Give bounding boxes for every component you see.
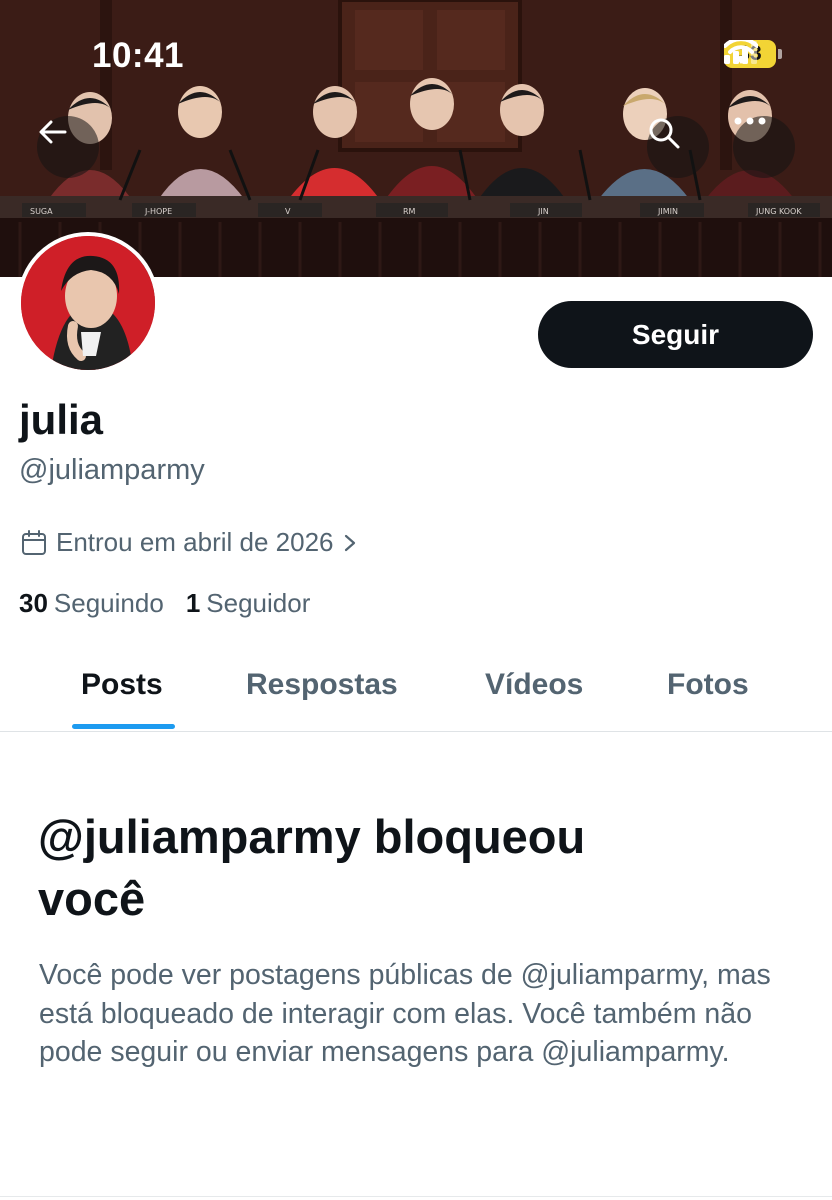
- followers-count: 1: [185, 588, 201, 618]
- following-link[interactable]: 30 Seguindo: [19, 588, 164, 619]
- plate-jimin: JIMIN: [657, 207, 678, 216]
- plate-suga: SUGA: [30, 207, 53, 216]
- plate-jhope: J-HOPE: [144, 207, 172, 216]
- more-button[interactable]: [733, 116, 795, 178]
- wifi-icon: [724, 40, 758, 64]
- blocked-description: Você pode ver postagens públicas de @jul…: [39, 959, 771, 1068]
- display-name: julia: [19, 396, 104, 443]
- following-count: 30: [19, 588, 48, 618]
- joined-date[interactable]: Entrou em abril de 2026: [20, 527, 358, 558]
- tab-videos[interactable]: Vídeos: [485, 668, 583, 702]
- plate-v: V: [285, 207, 291, 216]
- avatar-image: [21, 236, 155, 370]
- active-tab-indicator: [72, 724, 175, 729]
- back-button[interactable]: [37, 116, 99, 178]
- more-dots-icon: [734, 117, 766, 125]
- followers-label: Seguidor: [206, 588, 311, 618]
- followers-link[interactable]: 1 Seguidor: [186, 588, 311, 619]
- tab-posts[interactable]: Posts: [81, 668, 163, 702]
- divider: [0, 1196, 832, 1197]
- plate-rm: RM: [403, 207, 416, 216]
- avatar[interactable]: [17, 232, 159, 374]
- search-button[interactable]: [647, 116, 709, 178]
- user-handle: @juliamparmy: [19, 454, 205, 486]
- plate-jungkook: JUNG KOOK: [755, 207, 802, 216]
- blocked-title-line2: você: [38, 872, 146, 925]
- blocked-title: @juliamparmy bloqueou você: [38, 806, 798, 930]
- follow-button[interactable]: Seguir: [538, 301, 813, 368]
- arrow-left-icon: [39, 120, 67, 144]
- search-icon: [649, 118, 680, 149]
- chevron-right-icon: [344, 534, 355, 551]
- status-icons: 33: [724, 40, 782, 68]
- profile-banner[interactable]: SUGA J-HOPE V RM JIN JIMIN JUNG KOOK 10:…: [0, 0, 832, 277]
- joined-text: Entrou em abril de 2026: [56, 527, 334, 557]
- profile-tabs: Posts Respostas Vídeos Fotos: [0, 650, 832, 732]
- status-time: 10:41: [92, 36, 185, 75]
- plate-jin: JIN: [537, 207, 549, 216]
- following-label: Seguindo: [53, 588, 164, 618]
- follow-counts: 30 Seguindo 1 Seguidor: [19, 588, 310, 619]
- tab-photos[interactable]: Fotos: [667, 668, 749, 702]
- blocked-title-line1: @juliamparmy bloqueou: [38, 810, 586, 863]
- calendar-icon: [22, 529, 46, 555]
- tab-replies[interactable]: Respostas: [246, 668, 398, 702]
